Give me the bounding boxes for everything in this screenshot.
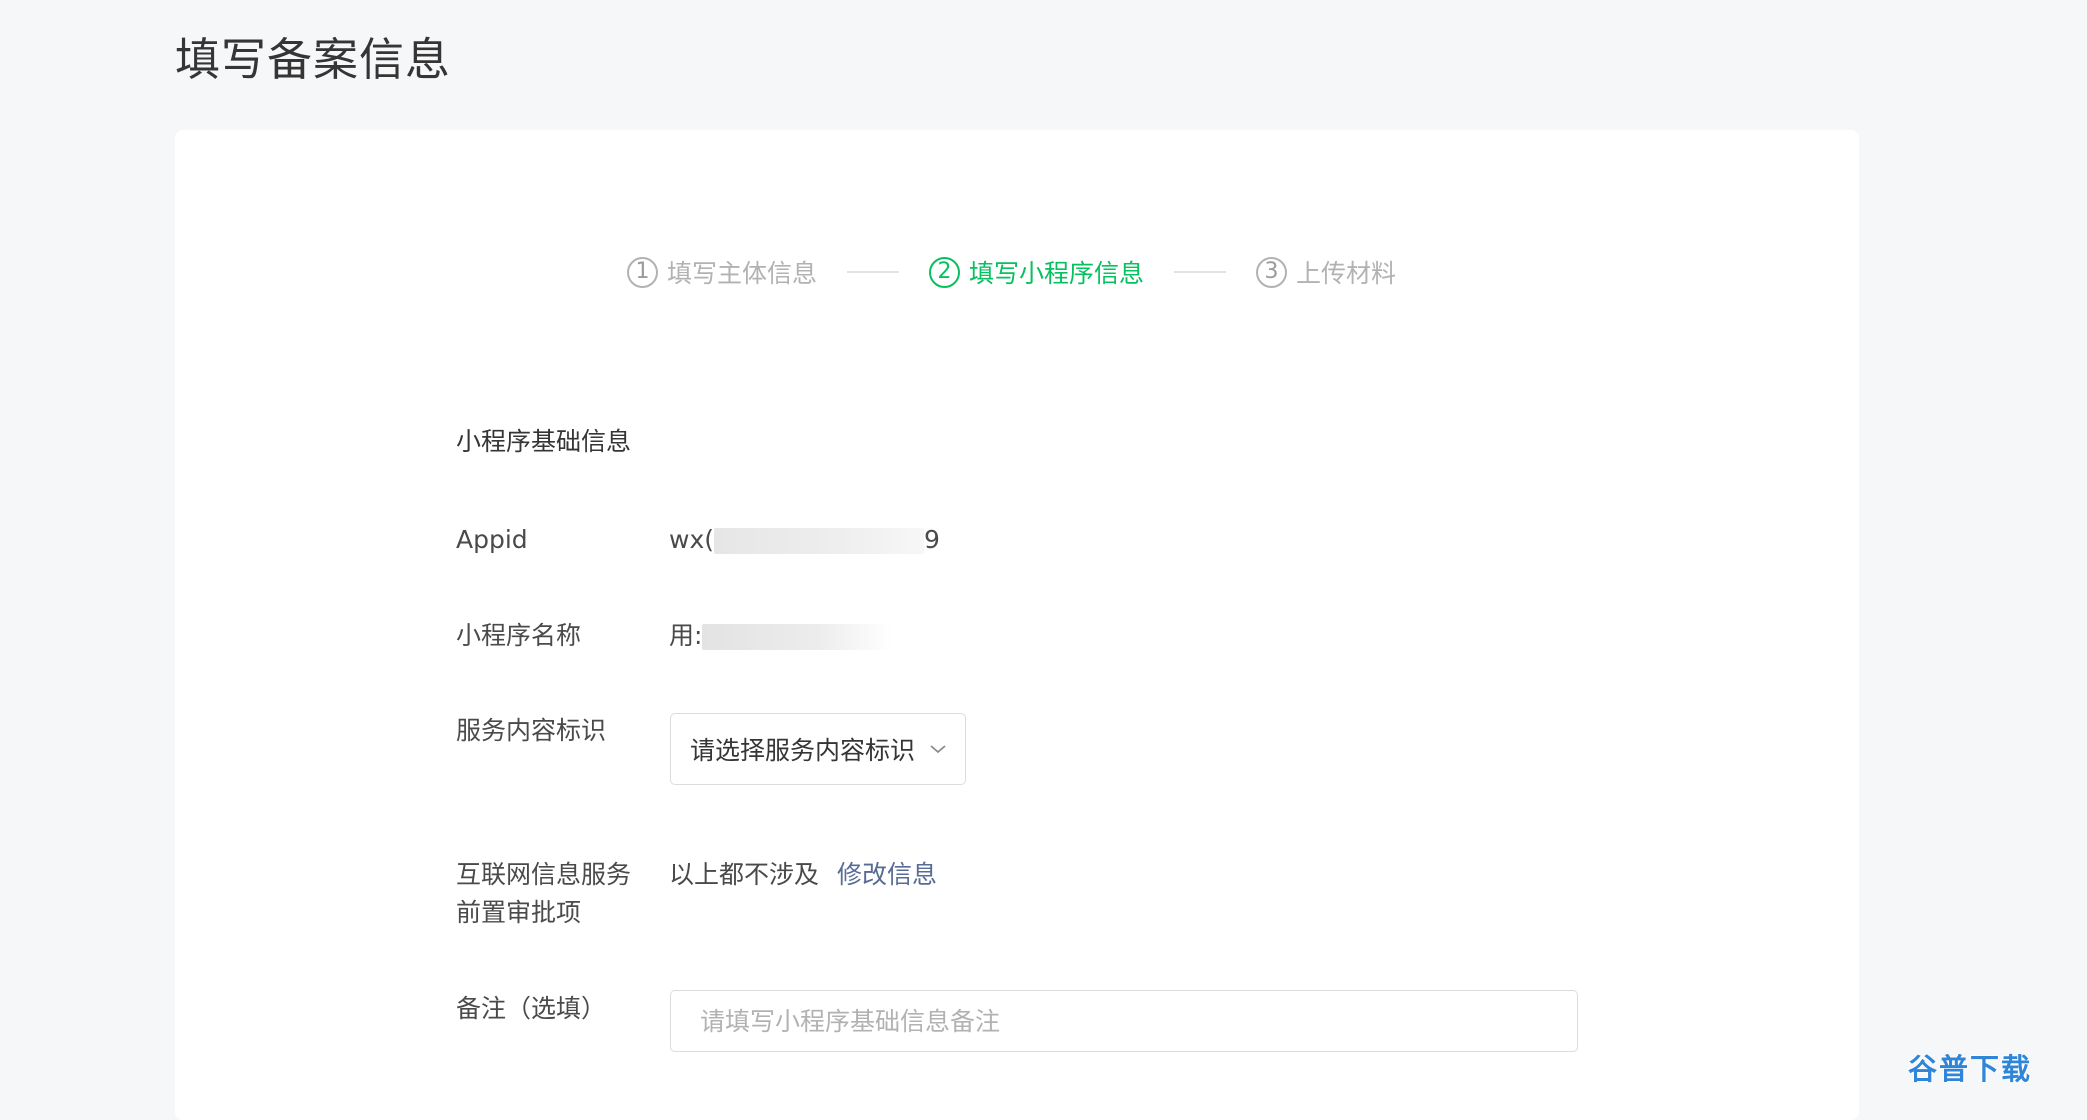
- step-3-label: 上传材料: [1296, 259, 1397, 288]
- appid-value: wx( 9: [669, 521, 940, 559]
- appid-value-suffix: 9: [924, 525, 940, 554]
- name-label: 小程序名称: [456, 621, 582, 650]
- approval-value: 以上都不涉及 修改信息: [669, 856, 937, 894]
- step-3-number: 3: [1256, 256, 1288, 288]
- step-connector: [1174, 271, 1227, 273]
- form-card: 1 填写主体信息 2 填写小程序信息 3 上传材料 小程序基础信息 Appid …: [175, 130, 1859, 1120]
- stepper: 1 填写主体信息 2 填写小程序信息 3 上传材料: [627, 240, 1396, 304]
- name-value: 用:: [669, 617, 893, 655]
- remark-input[interactable]: [670, 990, 1578, 1052]
- step-2-label: 填写小程序信息: [969, 259, 1145, 288]
- step-connector: [847, 271, 900, 273]
- step-3: 3 上传材料: [1256, 254, 1396, 290]
- service-type-select[interactable]: 请选择服务内容标识: [670, 713, 966, 785]
- service-type-label: 服务内容标识: [456, 716, 607, 745]
- modify-info-link[interactable]: 修改信息: [837, 860, 937, 889]
- step-1-number: 1: [627, 256, 658, 288]
- chevron-down-icon: [927, 738, 949, 760]
- appid-value-prefix: wx(: [669, 525, 714, 554]
- service-type-select-text: 请选择服务内容标识: [690, 736, 916, 765]
- step-1: 1 填写主体信息: [627, 254, 817, 290]
- name-value-prefix: 用:: [669, 621, 703, 650]
- page-title: 填写备案信息: [175, 33, 452, 86]
- approval-label: 互联网信息服务 前置审批项: [456, 856, 631, 932]
- remark-label: 备注（选填）: [456, 994, 607, 1023]
- step-2: 2 填写小程序信息: [929, 254, 1144, 290]
- approval-label-line2: 前置审批项: [456, 898, 582, 927]
- appid-redacted: [714, 528, 924, 554]
- step-1-label: 填写主体信息: [667, 259, 818, 288]
- appid-label: Appid: [456, 525, 528, 554]
- approval-label-line1: 互联网信息服务: [456, 860, 632, 889]
- approval-value-text: 以上都不涉及: [669, 860, 820, 889]
- watermark-text: 谷普下载: [1908, 1052, 2033, 1086]
- name-redacted: [702, 624, 893, 650]
- section-title: 小程序基础信息: [456, 427, 632, 456]
- step-2-number: 2: [929, 256, 961, 288]
